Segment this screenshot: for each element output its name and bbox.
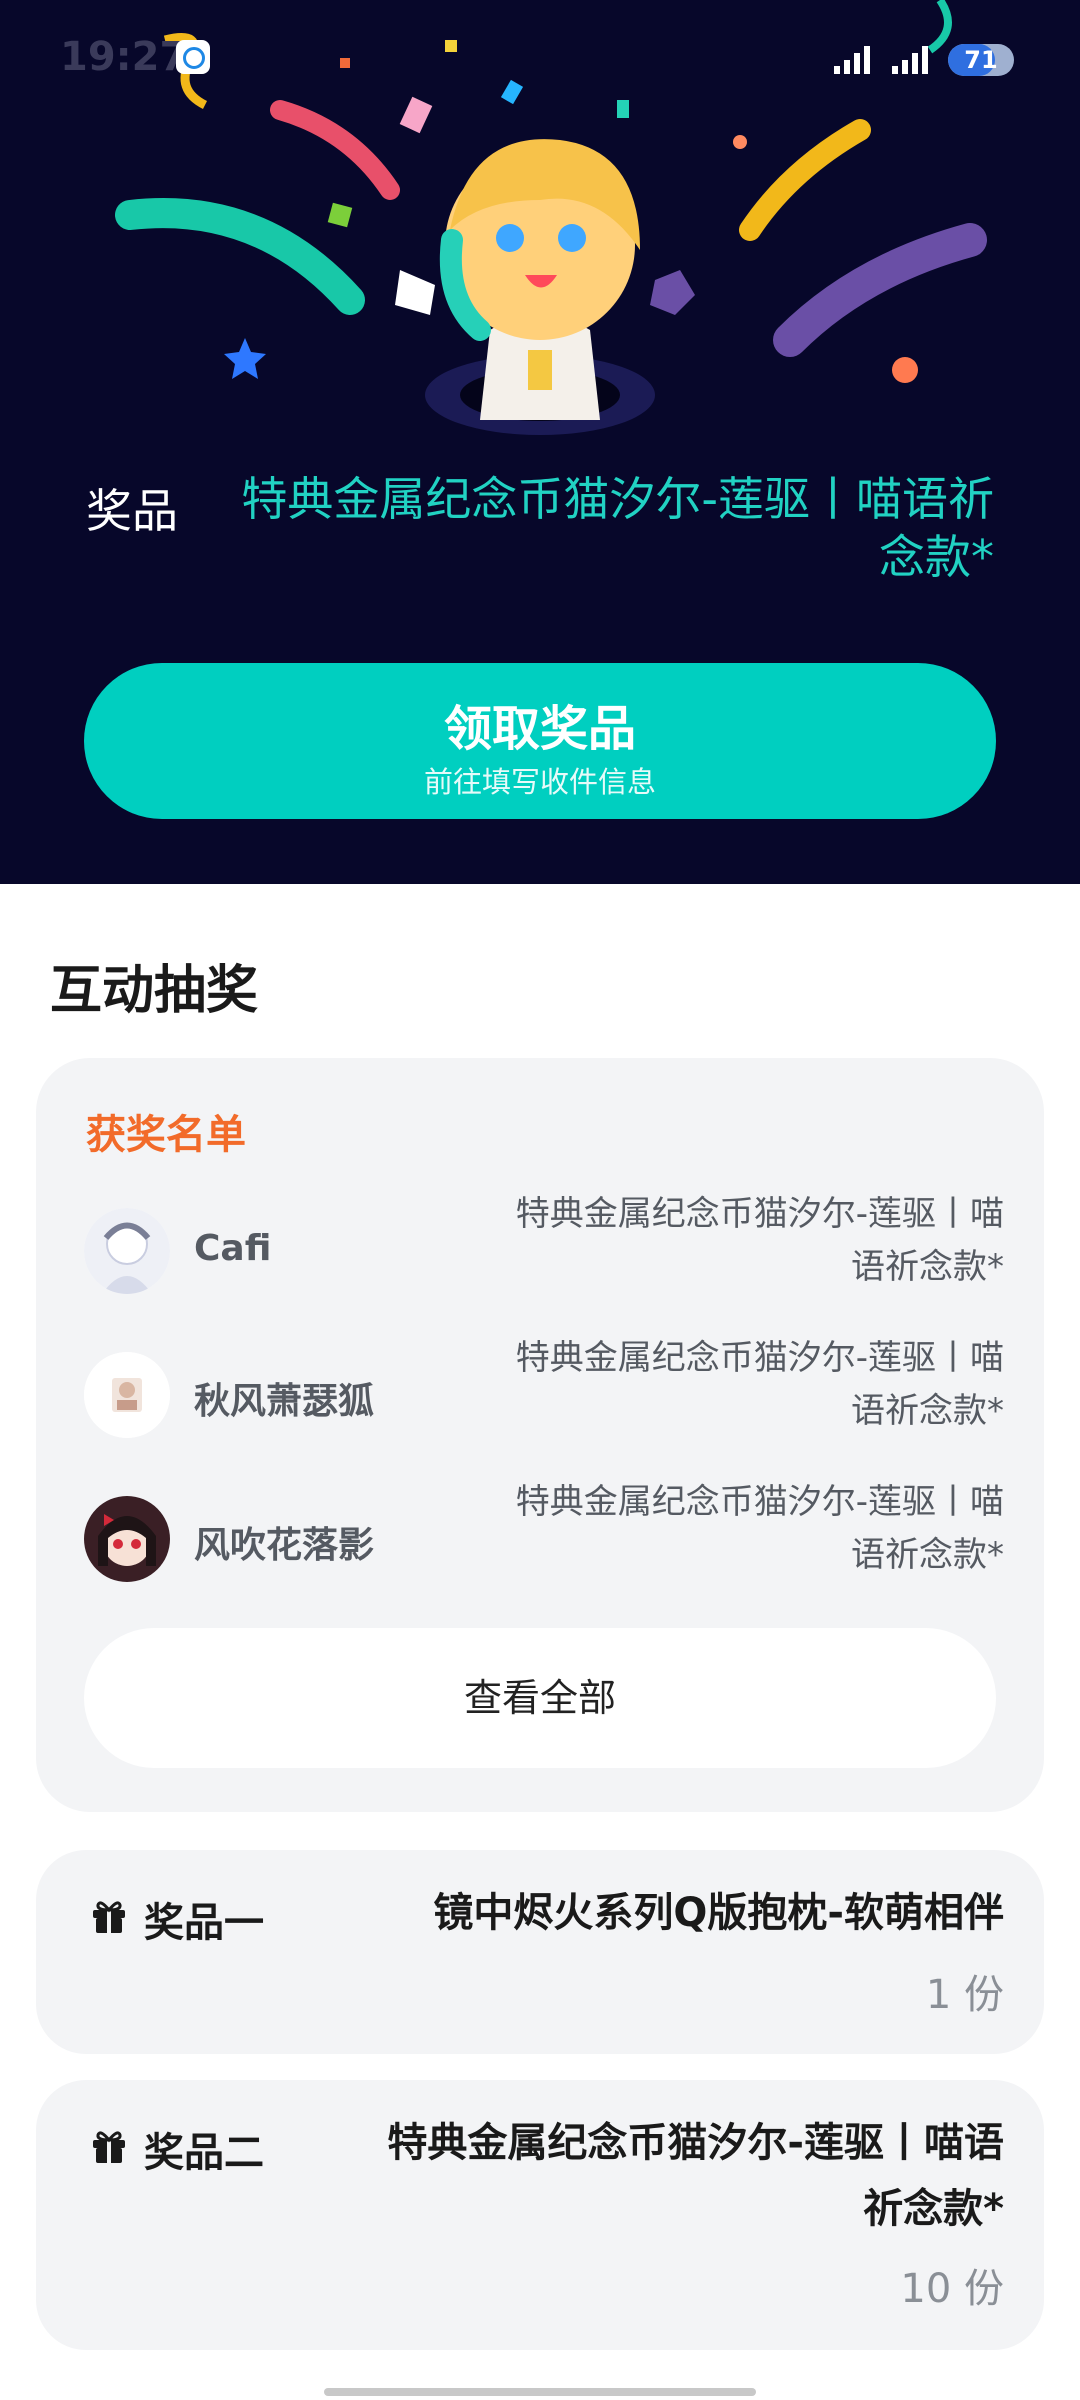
- claim-button-subtitle: 前往填写收件信息: [423, 765, 656, 799]
- section-title: 互动抽奖: [50, 961, 259, 1021]
- gift-icon: [93, 1901, 125, 1933]
- prize-label: 奖品二: [144, 2130, 264, 2176]
- prize-label: 奖品: [86, 484, 178, 538]
- avatar: [84, 1496, 170, 1582]
- claim-button-title: 领取奖品: [443, 701, 636, 757]
- winner-row: Cafi 特典金属纪念币猫汐尔-莲驱丨喵语祈念款*: [84, 1188, 1004, 1298]
- prize-card: 奖品二 特典金属纪念币猫汐尔-莲驱丨喵语祈念款* 10 份: [36, 2080, 1044, 2350]
- winner-prize: 特典金属纪念币猫汐尔-莲驱丨喵语祈念款*: [515, 1194, 1004, 1287]
- prize-name: 特典金属纪念币猫汐尔-莲驱丨喵语祈念款*: [387, 2120, 1004, 2232]
- signal-icon-2: [892, 46, 928, 74]
- claim-prize-button[interactable]: 领取奖品 前往填写收件信息: [84, 663, 996, 819]
- status-bar: 19:27 71: [0, 0, 1080, 120]
- prize-quantity: 1 份: [925, 1972, 1004, 2018]
- signal-icon: [834, 46, 870, 74]
- winners-title: 获奖名单: [86, 1112, 246, 1158]
- prize-name: 镜中烬火系列Q版抱枕-软萌相伴: [433, 1890, 1004, 1936]
- view-all-button[interactable]: 查看全部: [84, 1628, 996, 1768]
- prize-label: 奖品一: [144, 1900, 264, 1946]
- winner-row: 风吹花落影 特典金属纪念币猫汐尔-莲驱丨喵语祈念款*: [84, 1476, 1004, 1586]
- battery-level: 71: [964, 46, 998, 74]
- winner-name: Cafi: [194, 1228, 272, 1269]
- winner-name: 风吹花落影: [194, 1525, 375, 1566]
- winner-prize: 特典金属纪念币猫汐尔-莲驱丨喵语祈念款*: [515, 1338, 1004, 1431]
- winners-card: 获奖名单 Cafi 特典金属纪念币猫汐尔-莲驱丨喵语祈念款* 秋风萧瑟狐 特典金…: [36, 1058, 1044, 1812]
- home-indicator[interactable]: [324, 2388, 756, 2396]
- notification-app-icon: [176, 40, 210, 74]
- winner-name: 秋风萧瑟狐: [194, 1381, 375, 1422]
- avatar: [84, 1208, 170, 1294]
- gift-icon: [93, 2131, 125, 2163]
- avatar: [84, 1352, 170, 1438]
- status-icons: 71: [832, 40, 1014, 80]
- battery-icon: 71: [948, 44, 1014, 76]
- won-prize-name: 特典金属纪念币猫汐尔-莲驱丨喵语祈念款*: [241, 472, 994, 584]
- prize-quantity: 10 份: [900, 2266, 1004, 2312]
- prize-card: 奖品一 镜中烬火系列Q版抱枕-软萌相伴 1 份: [36, 1850, 1044, 2054]
- status-time: 19:27: [60, 34, 188, 80]
- winner-row: 秋风萧瑟狐 特典金属纪念币猫汐尔-莲驱丨喵语祈念款*: [84, 1332, 1004, 1442]
- hero-banner: 19:27 71 奖品 特典金属纪念币猫汐尔-莲驱丨喵语祈念款* 领取奖品 前往…: [0, 0, 1080, 884]
- winner-prize: 特典金属纪念币猫汐尔-莲驱丨喵语祈念款*: [515, 1482, 1004, 1575]
